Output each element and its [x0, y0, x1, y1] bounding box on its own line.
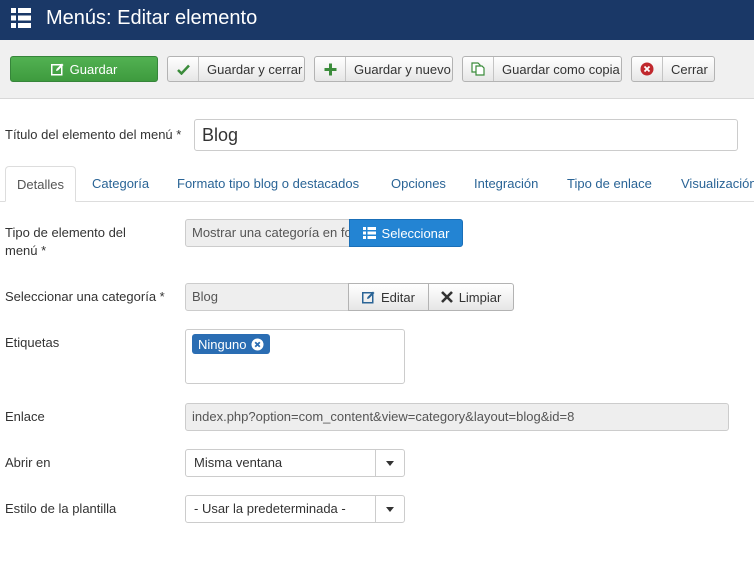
save-label: Guardar [69, 61, 118, 77]
chevron-down-icon [375, 496, 404, 522]
open-in-value: Misma ventana [194, 455, 283, 470]
item-type-field: Mostrar una categoría en formato blog [185, 219, 350, 247]
save-copy-button[interactable]: Guardar como copia [462, 56, 622, 82]
link-field: index.php?option=com_content&view=catego… [185, 403, 729, 431]
tab-integracion[interactable]: Integración [474, 166, 538, 201]
save-button[interactable]: Guardar [10, 56, 158, 82]
tab-visualizacion[interactable]: Visualización [681, 166, 754, 201]
save-close-button[interactable]: Guardar y cerrar [167, 56, 305, 82]
category-field: Blog [185, 283, 349, 311]
list-icon [362, 227, 376, 239]
select-label: Seleccionar [381, 225, 450, 241]
edit-icon [50, 63, 64, 75]
tag-chip-label: Ninguno [198, 336, 247, 352]
page-header: Menús: Editar elemento [0, 0, 754, 40]
list-menu-icon [11, 8, 31, 28]
plus-icon [315, 57, 346, 81]
item-type-label-line1: Tipo de elemento del [5, 225, 126, 240]
check-icon [168, 57, 199, 81]
clear-category-button[interactable]: Limpiar [428, 283, 514, 311]
remove-tag-icon[interactable] [251, 338, 264, 351]
page-title: Menús: Editar elemento [46, 7, 258, 29]
edit-icon [362, 291, 375, 303]
copy-icon [463, 57, 494, 81]
link-label: Enlace [5, 409, 45, 424]
template-style-select[interactable]: - Usar la predeterminada - [185, 495, 405, 523]
tags-label: Etiquetas [5, 335, 60, 350]
chevron-down-icon [375, 450, 404, 476]
tab-opciones[interactable]: Opciones [391, 166, 446, 201]
tab-categoria[interactable]: Categoría [92, 166, 149, 201]
title-input[interactable] [194, 119, 738, 151]
title-label: Título del elemento del menú * [5, 127, 182, 142]
save-close-label: Guardar y cerrar [207, 61, 303, 77]
toolbar: Guardar Guardar y cerrar Guardar y nuevo… [0, 40, 754, 99]
tag-chip: Ninguno [192, 334, 271, 354]
tags-input[interactable]: Ninguno [185, 329, 405, 384]
close-button[interactable]: Cerrar [631, 56, 715, 82]
template-style-label: Estilo de la plantilla [5, 501, 117, 516]
clear-label: Limpiar [458, 289, 502, 305]
x-icon [440, 291, 453, 303]
save-new-label: Guardar y nuevo [354, 61, 451, 77]
select-item-type-button[interactable]: Seleccionar [349, 219, 463, 247]
close-circle-icon [632, 57, 663, 81]
open-in-select[interactable]: Misma ventana [185, 449, 405, 477]
tab-tipo-enlace[interactable]: Tipo de enlace [567, 166, 652, 201]
tabs-divider [0, 201, 754, 202]
tab-formato-blog[interactable]: Formato tipo blog o destacados [177, 166, 359, 201]
item-type-label-line2: menú * [5, 243, 47, 258]
tab-detalles[interactable]: Detalles [5, 166, 76, 202]
save-copy-label: Guardar como copia [502, 61, 620, 77]
edit-label: Editar [381, 289, 415, 305]
edit-category-button[interactable]: Editar [348, 283, 429, 311]
category-label: Seleccionar una categoría * [5, 289, 165, 304]
save-new-button[interactable]: Guardar y nuevo [314, 56, 453, 82]
template-style-value: - Usar la predeterminada - [194, 501, 346, 516]
close-label: Cerrar [671, 61, 708, 77]
open-in-label: Abrir en [5, 455, 51, 470]
